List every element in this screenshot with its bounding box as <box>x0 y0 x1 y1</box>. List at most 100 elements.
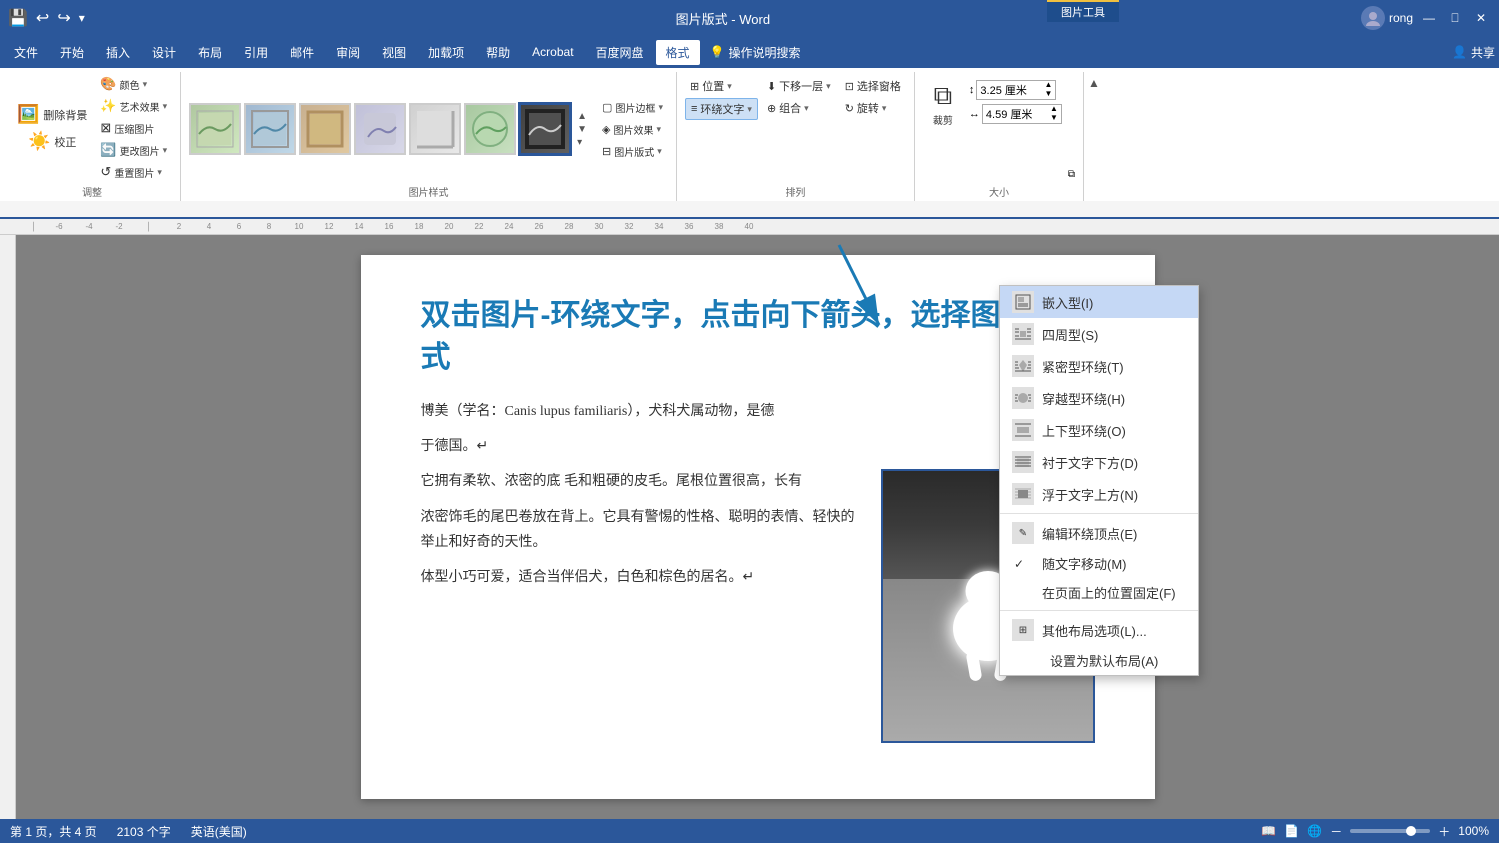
crop-label: 裁剪 <box>933 112 953 127</box>
menu-review[interactable]: 审阅 <box>326 40 370 65</box>
effect-dropdown[interactable]: ▾ <box>657 124 662 135</box>
zoom-out-btn[interactable]: － <box>1330 823 1342 840</box>
combine-button[interactable]: ⊕ 组合 ▾ <box>762 98 836 118</box>
rotate-button[interactable]: ↻ 旋转 ▾ <box>840 98 906 118</box>
compress-button[interactable]: ⊠ 压缩图片 <box>95 118 172 138</box>
layout-dropdown[interactable]: ▾ <box>657 146 662 157</box>
height-input[interactable]: 3.25 厘米 ▲▼ <box>976 80 1056 100</box>
print-layout-btn[interactable]: 📄 <box>1284 824 1299 838</box>
wrap-topbottom-item[interactable]: 上下型环绕(O) <box>1000 414 1198 446</box>
crop-button[interactable]: ⧉ 裁剪 <box>923 76 963 131</box>
menu-format[interactable]: 格式 <box>656 40 700 65</box>
redo-icon[interactable]: ↪ <box>57 8 70 28</box>
share-button[interactable]: 👤 共享 <box>1452 44 1495 61</box>
menu-home[interactable]: 开始 <box>50 40 94 65</box>
ribbon-collapse[interactable]: ▲ <box>1084 72 1104 201</box>
style-thumb-4[interactable] <box>354 103 406 155</box>
rotate-dropdown[interactable]: ▾ <box>882 103 887 114</box>
reset-pic-button[interactable]: ↺ 重置图片 ▾ <box>95 162 172 182</box>
wrap-text-dropdown[interactable]: ▾ <box>747 104 752 115</box>
size-group-label: 大小 <box>989 182 1009 199</box>
picture-border-button[interactable]: ▢ 图片边框 ▾ <box>597 98 668 117</box>
wrap-text-dropdown: 嵌入型(I) 四周型(S) 紧密型环绕(T) 穿越型环绕(H) <box>999 285 1199 676</box>
change-pic-dropdown[interactable]: ▾ <box>163 145 168 156</box>
width-spinners[interactable]: ▲▼ <box>1050 105 1058 123</box>
menu-layout[interactable]: 布局 <box>188 40 232 65</box>
border-dropdown[interactable]: ▾ <box>658 102 663 113</box>
wrap-behind-item[interactable]: 衬于文字下方(D) <box>1000 446 1198 478</box>
select-pane-button[interactable]: ⊡ 选择窗格 <box>840 76 906 96</box>
move-back-dropdown[interactable]: ▾ <box>826 81 831 92</box>
remove-bg-button[interactable]: 🖼️ 删除背景 <box>12 102 92 127</box>
menu-acrobat[interactable]: Acrobat <box>522 41 583 63</box>
gallery-down[interactable]: ▼ <box>574 123 590 136</box>
change-pic-icon: 🔄 <box>100 142 116 158</box>
more-layout-item[interactable]: ⊞ 其他布局选项(L)... <box>1000 614 1198 646</box>
menu-view[interactable]: 视图 <box>372 40 416 65</box>
style-thumb-2[interactable] <box>244 103 296 155</box>
gallery-up[interactable]: ▲ <box>574 110 590 123</box>
width-input[interactable]: 4.59 厘米 ▲▼ <box>982 104 1062 124</box>
menu-design[interactable]: 设计 <box>142 40 186 65</box>
zoom-slider[interactable] <box>1350 829 1430 833</box>
style-thumb-6[interactable] <box>464 103 516 155</box>
menu-addins[interactable]: 加载项 <box>418 40 474 65</box>
position-button[interactable]: ⊞ 位置 ▾ <box>685 76 758 96</box>
ribbon: 🖼️ 删除背景 ☀️ 校正 🎨 颜色 ▾ ✨ <box>0 68 1499 201</box>
user-area[interactable]: rong <box>1361 6 1413 30</box>
operation-search-area[interactable]: 💡 操作说明搜索 <box>710 44 801 61</box>
gallery-more[interactable]: ▾ <box>574 136 590 149</box>
change-pic-button[interactable]: 🔄 更改图片 ▾ <box>95 140 172 160</box>
read-mode-btn[interactable]: 📖 <box>1261 824 1276 838</box>
wrap-square-item[interactable]: 四周型(S) <box>1000 318 1198 350</box>
menu-mailings[interactable]: 邮件 <box>280 40 324 65</box>
restore-button[interactable]: ⎕ <box>1445 8 1465 28</box>
menu-help[interactable]: 帮助 <box>476 40 520 65</box>
picture-layout-button[interactable]: ⊟ 图片版式 ▾ <box>597 142 668 161</box>
style-thumb-1[interactable] <box>189 103 241 155</box>
wrap-text-icon: ≡ <box>691 103 697 115</box>
zoom-in-btn[interactable]: ＋ <box>1438 823 1450 840</box>
size-group-expand[interactable]: ⧉ <box>1068 169 1075 180</box>
height-spinners[interactable]: ▲▼ <box>1044 81 1052 99</box>
color-button[interactable]: 🎨 颜色 ▾ <box>95 74 172 94</box>
width-icon: ↔ <box>969 108 980 120</box>
edit-wrap-points-label: 编辑环绕顶点(E) <box>1042 524 1137 543</box>
para2-mid: 毛和粗硬的皮毛。尾根位置很高，长有 <box>564 474 802 489</box>
move-back-button[interactable]: ⬇ 下移一层 ▾ <box>762 76 836 96</box>
wrap-inline-item[interactable]: 嵌入型(I) <box>1000 286 1198 318</box>
color-dropdown[interactable]: ▾ <box>143 79 148 90</box>
combine-dropdown[interactable]: ▾ <box>804 103 809 114</box>
wrap-tight-item[interactable]: 紧密型环绕(T) <box>1000 350 1198 382</box>
style-thumb-3[interactable] <box>299 103 351 155</box>
wrap-infront-item[interactable]: 浮于文字上方(N) <box>1000 478 1198 510</box>
rotate-label: 旋转 <box>857 100 879 116</box>
correct-button[interactable]: ☀️ 校正 <box>12 129 92 154</box>
menu-references[interactable]: 引用 <box>234 40 278 65</box>
set-default-layout-item[interactable]: 设置为默认布局(A) <box>1000 646 1198 675</box>
zoom-level[interactable]: 100% <box>1458 824 1489 838</box>
style-thumb-7[interactable] <box>519 103 571 155</box>
picture-effect-button[interactable]: ◈ 图片效果 ▾ <box>597 120 668 139</box>
fix-position-item[interactable]: 在页面上的位置固定(F) <box>1000 578 1198 607</box>
wrap-through-item[interactable]: 穿越型环绕(H) <box>1000 382 1198 414</box>
art-effect-button[interactable]: ✨ 艺术效果 ▾ <box>95 96 172 116</box>
menu-baidu[interactable]: 百度网盘 <box>586 40 654 65</box>
menu-file[interactable]: 文件 <box>4 40 48 65</box>
menu-insert[interactable]: 插入 <box>96 40 140 65</box>
minimize-button[interactable]: — <box>1419 8 1439 28</box>
remove-bg-icon: 🖼️ <box>17 104 39 125</box>
reset-pic-dropdown[interactable]: ▾ <box>157 167 162 178</box>
art-effect-dropdown[interactable]: ▾ <box>163 101 168 112</box>
document-area[interactable]: 双击图片-环绕文字，点击向下箭头，选择图片的版式 博美（学名：Canis lup… <box>16 235 1499 819</box>
close-button[interactable]: ✕ <box>1471 8 1491 28</box>
save-icon[interactable]: 💾 <box>8 8 28 28</box>
position-dropdown[interactable]: ▾ <box>727 81 732 92</box>
user-name: rong <box>1389 11 1413 25</box>
wrap-text-button[interactable]: ≡ 环绕文字 ▾ <box>685 98 758 120</box>
style-thumb-5[interactable] <box>409 103 461 155</box>
undo-icon[interactable]: ↩ <box>36 8 49 28</box>
web-layout-btn[interactable]: 🌐 <box>1307 824 1322 838</box>
edit-wrap-points-item[interactable]: ✎ 编辑环绕顶点(E) <box>1000 517 1198 549</box>
move-with-text-item[interactable]: ✓ 随文字移动(M) <box>1000 549 1198 578</box>
